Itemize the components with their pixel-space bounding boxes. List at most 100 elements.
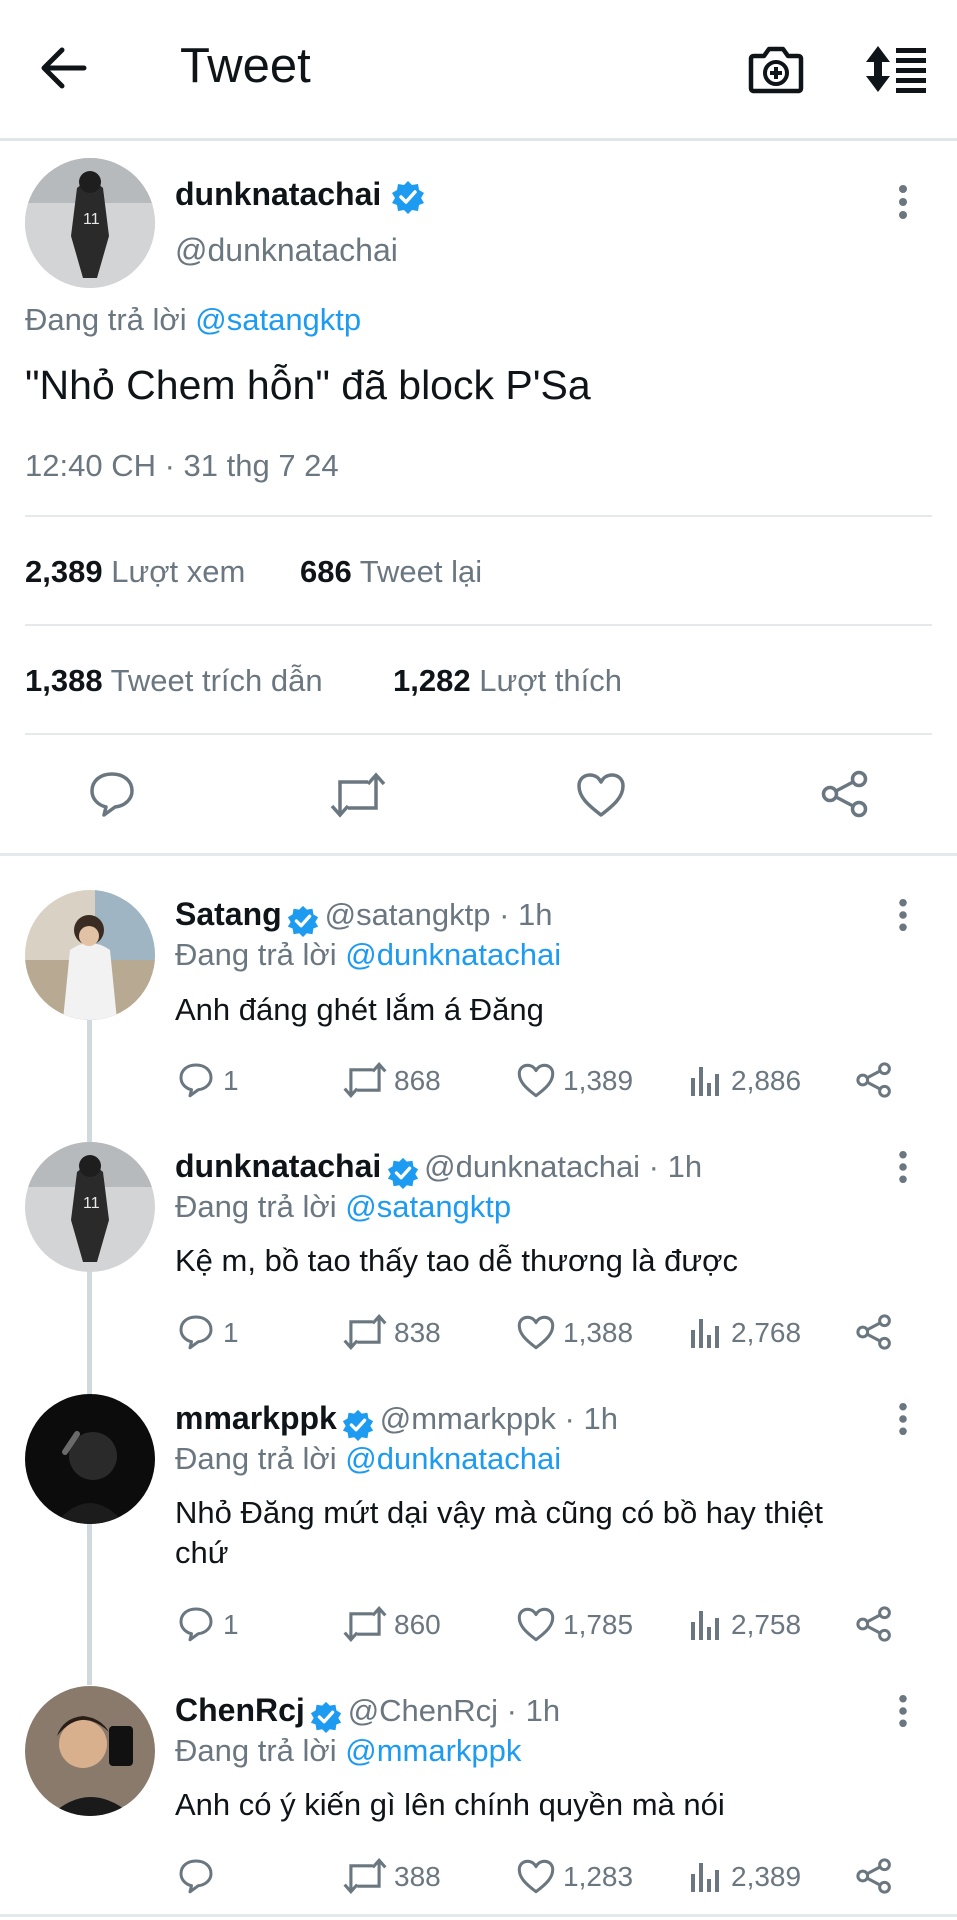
reply-author-handle[interactable]: @satangktp · 1h <box>325 897 553 932</box>
reply-action-bar: 1 838 1,388 2,768 <box>175 1312 915 1352</box>
thread-line <box>87 1020 92 1685</box>
reply-icon[interactable] <box>177 1314 215 1350</box>
more-options-icon[interactable] <box>897 1402 909 1436</box>
retweet-icon[interactable] <box>343 1314 387 1350</box>
reply-header: Satang @satangktp · 1h <box>175 896 553 938</box>
views-chart-icon[interactable] <box>690 1860 720 1892</box>
avatar[interactable]: 11 <box>25 158 155 288</box>
top-app-bar: Tweet <box>0 0 957 141</box>
avatar[interactable]: 11 <box>25 1142 155 1272</box>
retweet-icon[interactable] <box>343 1606 387 1642</box>
tweet-text: "Nhỏ Chem hỗn" đã block P'Sa <box>25 362 591 408</box>
reply-action-bar: 1 860 1,785 2,758 <box>175 1604 915 1644</box>
verified-badge-icon <box>386 1156 420 1190</box>
like-heart-icon[interactable] <box>576 772 626 818</box>
quotes-stat[interactable]: 1,388 Tweet trích dẫn <box>25 663 323 699</box>
reply-icon[interactable] <box>88 770 136 818</box>
reply-text: Anh có ý kiến gì lên chính quyền mà nói <box>175 1787 725 1822</box>
reply-author-handle[interactable]: @mmarkppk · 1h <box>380 1401 618 1436</box>
verified-badge-icon <box>390 179 426 215</box>
reply-to-link[interactable]: @dunknatachai <box>345 937 561 972</box>
page-title: Tweet <box>180 39 311 93</box>
like-heart-icon[interactable] <box>517 1607 555 1642</box>
author-handle[interactable]: @dunknatachai <box>175 232 398 269</box>
reply-author-name[interactable]: ChenRcj <box>175 1692 305 1728</box>
more-options-icon[interactable] <box>897 898 909 932</box>
reply-to-link[interactable]: @dunknatachai <box>345 1441 561 1476</box>
retweet-icon[interactable] <box>343 1858 387 1894</box>
camera-add-icon[interactable] <box>748 44 804 94</box>
tweet-timestamp[interactable]: 12:40 CH · 31 thg 7 24 <box>25 448 339 484</box>
divider <box>25 624 932 626</box>
reply-icon[interactable] <box>177 1062 215 1098</box>
reply-context: Đang trả lời @satangktp <box>175 1189 512 1224</box>
stats-row-1: 2,389 Lượt xem <box>25 554 246 589</box>
reply-action-bar: 1 868 1,389 2,886 <box>175 1060 915 1100</box>
reply-count: 1 <box>223 1609 239 1640</box>
retweet-count: 860 <box>394 1609 441 1640</box>
share-icon[interactable] <box>855 1858 893 1894</box>
share-icon[interactable] <box>855 1314 893 1350</box>
like-count: 1,388 <box>563 1317 634 1348</box>
views-chart-icon[interactable] <box>690 1064 720 1096</box>
back-arrow-icon[interactable] <box>40 46 88 90</box>
divider <box>0 853 957 856</box>
retweet-icon[interactable] <box>330 772 386 818</box>
like-count: 1,785 <box>563 1609 634 1640</box>
views-count: 2,758 <box>731 1609 802 1640</box>
reply-to-link[interactable]: @satangktp <box>345 1189 511 1224</box>
reply-author-handle[interactable]: @ChenRcj · 1h <box>348 1693 560 1728</box>
retweets-stat[interactable]: 686 Tweet lại <box>300 554 482 590</box>
like-heart-icon[interactable] <box>517 1859 555 1894</box>
views-count: 2,389 <box>731 1861 802 1892</box>
like-count: 1,283 <box>563 1861 634 1892</box>
reply-author-handle[interactable]: @dunknatachai · 1h <box>424 1149 702 1184</box>
reply-text-line-1: Nhỏ Đăng mứt dại vậy mà cũng có bồ hay t… <box>175 1495 823 1530</box>
views-chart-icon[interactable] <box>690 1608 720 1640</box>
reply-header: ChenRcj @ChenRcj · 1h <box>175 1692 560 1734</box>
author-name-row: dunknatachai <box>175 176 426 215</box>
share-icon[interactable] <box>820 770 870 818</box>
verified-badge-icon <box>309 1700 343 1734</box>
reply-author-name[interactable]: Satang <box>175 896 282 932</box>
likes-stat[interactable]: 1,282 Lượt thích <box>393 663 622 699</box>
views-count: 2,768 <box>731 1317 802 1348</box>
reply-to-link[interactable]: @mmarkppk <box>345 1733 521 1768</box>
author-name[interactable]: dunknatachai <box>175 176 381 212</box>
sort-lines-icon[interactable] <box>864 44 928 94</box>
like-heart-icon[interactable] <box>517 1315 555 1350</box>
verified-badge-icon <box>286 904 320 938</box>
reply-context: Đang trả lời @mmarkppk <box>175 1733 522 1768</box>
retweet-icon[interactable] <box>343 1062 387 1098</box>
like-heart-icon[interactable] <box>517 1063 555 1098</box>
reply-context: Đang trả lời @dunknatachai <box>175 1441 562 1476</box>
reply-icon[interactable] <box>177 1606 215 1642</box>
svg-text:11: 11 <box>83 1195 100 1212</box>
views-count: 2,886 <box>731 1065 802 1096</box>
reply-count: 1 <box>223 1065 239 1096</box>
share-icon[interactable] <box>855 1606 893 1642</box>
verified-badge-icon <box>341 1408 375 1442</box>
reply-text: Anh đáng ghét lắm á Đăng <box>175 992 544 1027</box>
reply-header: mmarkppk @mmarkppk · 1h <box>175 1400 618 1442</box>
reply-text: Kệ m, bồ tao thấy tao dễ thương là được <box>175 1243 738 1278</box>
reply-to-link[interactable]: @satangktp <box>195 302 361 337</box>
reply-author-name[interactable]: mmarkppk <box>175 1400 337 1436</box>
avatar[interactable] <box>25 890 155 1020</box>
avatar[interactable] <box>25 1686 155 1816</box>
reply-author-name[interactable]: dunknatachai <box>175 1148 381 1184</box>
divider <box>0 1914 957 1917</box>
divider <box>25 733 932 735</box>
share-icon[interactable] <box>855 1062 893 1098</box>
divider <box>25 515 932 517</box>
reply-context: Đang trả lời @dunknatachai <box>175 937 562 972</box>
more-options-icon[interactable] <box>897 1694 909 1728</box>
retweet-count: 838 <box>394 1317 441 1348</box>
retweet-count: 868 <box>394 1065 441 1096</box>
more-options-icon[interactable] <box>897 1150 909 1184</box>
reply-icon[interactable] <box>177 1858 215 1894</box>
views-chart-icon[interactable] <box>690 1316 720 1348</box>
reply-count: 1 <box>223 1317 239 1348</box>
avatar[interactable] <box>25 1394 155 1524</box>
more-options-icon[interactable] <box>897 184 909 220</box>
